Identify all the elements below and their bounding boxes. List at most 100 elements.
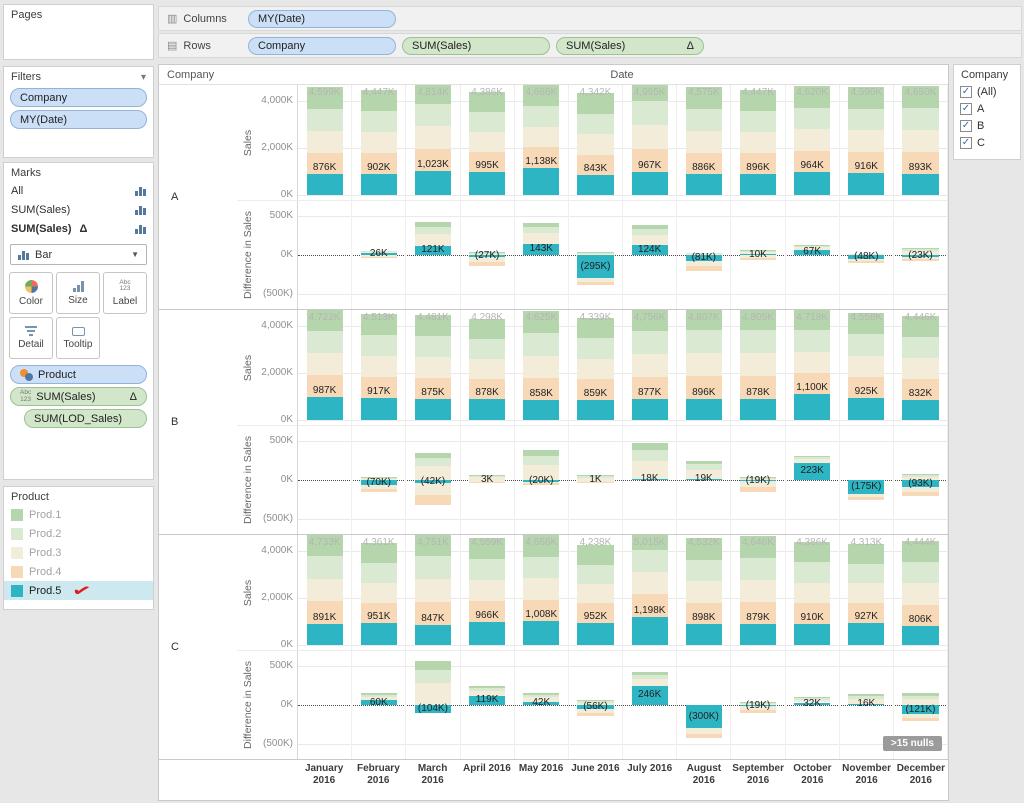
bar-segment-prod3[interactable]	[414, 126, 451, 149]
bar-segment-prod5[interactable]	[306, 624, 343, 645]
bar-segment-prod2[interactable]	[631, 549, 668, 572]
month-label[interactable]: February 2016	[351, 760, 405, 800]
month-column[interactable]: 4,558K 925K	[840, 310, 894, 425]
bar-segment-prod2[interactable]	[631, 101, 668, 125]
bar-segment-prod3[interactable]	[306, 352, 343, 375]
bar-segment-prod5[interactable]	[414, 625, 451, 645]
bar-segment-prod4[interactable]	[902, 717, 939, 721]
bar-segment-prod5[interactable]	[794, 623, 831, 645]
bar-segment-prod2[interactable]	[360, 562, 397, 583]
bar-segment-prod1[interactable]	[848, 693, 885, 696]
bar-segment-prod2[interactable]	[848, 334, 885, 356]
bar-segment-prod5[interactable]	[414, 170, 451, 195]
row-header-company[interactable]: C	[159, 535, 237, 759]
month-column[interactable]: (295K)	[569, 201, 624, 309]
bar-segment-prod4[interactable]	[685, 733, 722, 738]
month-column[interactable]: 4,513K 917K	[352, 310, 407, 425]
month-column[interactable]: 4,625K 858K	[515, 310, 569, 425]
bar-segment-prod2[interactable]	[469, 111, 506, 132]
bar-segment-prod2[interactable]	[414, 226, 451, 234]
month-column[interactable]: 4,342K 843K	[569, 85, 624, 200]
bar-segment-prod5[interactable]	[414, 399, 451, 420]
bar-segment-prod2[interactable]	[848, 108, 885, 131]
month-label[interactable]: August 2016	[677, 760, 731, 800]
bar-segment-prod5[interactable]	[685, 623, 722, 645]
month-column[interactable]: (300K)	[677, 651, 732, 759]
bar-segment-prod2[interactable]	[902, 695, 939, 700]
bar-segment-prod2[interactable]	[523, 556, 560, 579]
bar-segment-prod1[interactable]	[577, 545, 614, 565]
checkbox-checked-icon[interactable]: ✓	[960, 102, 972, 115]
bar-segment-prod3[interactable]	[577, 134, 614, 155]
bar-segment-prod2[interactable]	[523, 456, 560, 466]
month-column[interactable]: 5,015K 1,198K	[623, 535, 678, 650]
month-column[interactable]: 4,238K 952K	[569, 535, 624, 650]
bar-segment-prod5[interactable]	[631, 172, 668, 195]
bar-segment-prod5[interactable]	[523, 168, 560, 195]
bar-segment-prod2[interactable]	[306, 556, 343, 579]
pill-my-date[interactable]: MY(Date)	[248, 9, 396, 28]
bar-segment-prod5[interactable]	[848, 623, 885, 645]
month-column[interactable]: 121K	[406, 201, 461, 309]
bar-segment-prod2[interactable]	[902, 475, 939, 477]
month-column[interactable]	[298, 426, 353, 534]
legend-item-prod3[interactable]: Prod.3	[4, 543, 153, 562]
legend-item-prod5[interactable]: Prod.5 ✓	[4, 581, 153, 601]
bar-segment-prod2[interactable]	[469, 687, 506, 691]
month-column[interactable]: 26K	[352, 201, 407, 309]
bar-segment-prod3[interactable]	[848, 130, 885, 152]
bar-segment-prod5[interactable]	[469, 399, 506, 420]
bar-segment-prod1[interactable]	[523, 222, 560, 227]
row-field-header[interactable]: Company	[167, 69, 214, 81]
marks-card-sum-sales-delta[interactable]: SUM(Sales) Δ	[4, 219, 153, 238]
bar-segment-prod1[interactable]	[631, 225, 668, 230]
bar-segment-prod5[interactable]	[848, 398, 885, 420]
bar-segment-prod1[interactable]	[414, 222, 451, 227]
bar-segment-prod3[interactable]	[848, 355, 885, 377]
month-label[interactable]: May 2016	[514, 760, 568, 800]
month-column[interactable]: 4,447K 896K	[731, 85, 786, 200]
month-column[interactable]: 4,298K 878K	[461, 310, 515, 425]
bar-segment-prod3[interactable]	[523, 126, 560, 148]
month-column[interactable]: 4,650K 893K	[894, 85, 948, 200]
bar-segment-prod5[interactable]	[848, 173, 885, 195]
bar-segment-prod4[interactable]	[469, 261, 506, 266]
month-label[interactable]: July 2016	[623, 760, 677, 800]
chevron-down-icon[interactable]: ▾	[141, 72, 146, 83]
legend-item-prod4[interactable]: Prod.4	[4, 562, 153, 581]
bar-segment-prod5[interactable]	[902, 174, 939, 195]
month-column[interactable]: (42K)	[406, 426, 461, 534]
month-column[interactable]: (23K)	[894, 201, 948, 309]
bar-segment-prod3[interactable]	[577, 358, 614, 380]
bar-segment-prod5[interactable]	[685, 398, 722, 420]
pill-sum-sales[interactable]: SUM(Sales)	[402, 36, 550, 55]
bar-segment-prod2[interactable]	[469, 558, 506, 581]
nulls-indicator[interactable]: >15 nulls	[882, 736, 942, 751]
bar-segment-prod2[interactable]	[794, 330, 831, 352]
bar-segment-prod3[interactable]	[469, 131, 506, 152]
bar-segment-prod5[interactable]	[360, 398, 397, 420]
bar-segment-prod2[interactable]	[577, 338, 614, 359]
month-label[interactable]: January 2016	[297, 760, 351, 800]
columns-shelf[interactable]: ▥ Columns MY(Date)	[158, 6, 1022, 31]
bar-segment-prod5[interactable]	[577, 175, 614, 195]
bar-segment-prod4[interactable]	[902, 491, 939, 496]
bar-segment-prod2[interactable]	[306, 108, 343, 131]
month-column[interactable]: 4,386K 995K	[461, 85, 515, 200]
legend-item-a[interactable]: ✓ A	[954, 100, 1020, 117]
bar-segment-prod2[interactable]	[577, 113, 614, 135]
bar-segment-prod5[interactable]	[739, 173, 777, 195]
bar-segment-prod2[interactable]	[414, 556, 451, 580]
bar-segment-prod3[interactable]	[577, 253, 614, 255]
month-label[interactable]: November 2016	[840, 760, 894, 800]
month-column[interactable]: (48K)	[840, 201, 894, 309]
bar-segment-prod1[interactable]	[685, 460, 722, 465]
bar-segment-prod5[interactable]	[523, 621, 560, 645]
bar-segment-prod2[interactable]	[577, 564, 614, 584]
bar-segment-prod3[interactable]	[739, 580, 777, 603]
bar-segment-prod3[interactable]	[523, 355, 560, 378]
bar-segment-prod2[interactable]	[685, 109, 722, 131]
bar-segment-prod5[interactable]	[739, 399, 777, 420]
month-column[interactable]: 4,575K 886K	[677, 85, 732, 200]
bar-segment-prod5[interactable]	[306, 396, 343, 420]
